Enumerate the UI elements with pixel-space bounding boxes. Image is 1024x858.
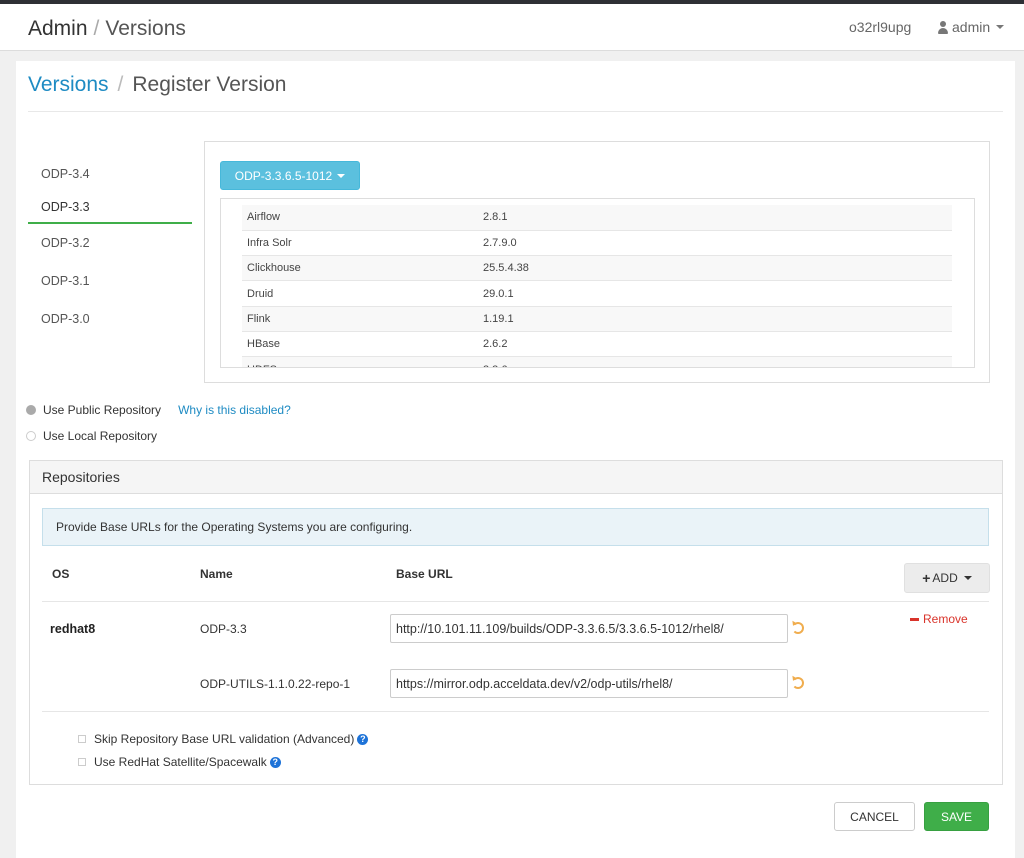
undo-icon[interactable] [792, 677, 804, 689]
breadcrumb-versions: Versions [105, 17, 186, 40]
service-version: 3.3.6 [478, 356, 952, 367]
os-name: redhat8 [50, 622, 96, 636]
public-repository-label: Use Public Repository [43, 403, 162, 417]
service-version: 2.6.2 [478, 330, 952, 357]
register-version-title: Register Version [132, 73, 287, 96]
breadcrumb-admin[interactable]: Admin [28, 17, 88, 40]
repositories-info-alert: Provide Base URLs for the Operating Syst… [42, 508, 989, 546]
version-dropdown-label: ODP-3.3.6.5-1012 [234, 168, 333, 183]
skip-validation-label: Skip Repository Base URL validation (Adv… [94, 732, 355, 746]
title-separator: / [117, 73, 124, 96]
skip-validation-option[interactable]: Skip Repository Base URL validation (Adv… [78, 732, 369, 746]
satellite-option[interactable]: Use RedHat Satellite/Spacewalk ? [78, 755, 281, 769]
table-row: Airflow 2.8.1 [242, 205, 952, 231]
header-breadcrumb: Admin / Versions [28, 17, 186, 41]
repositories-panel: Repositories Provide Base URLs for the O… [29, 460, 1003, 785]
chevron-down-icon [963, 576, 972, 580]
local-repository-radio[interactable] [26, 431, 36, 441]
cancel-button[interactable]: CANCEL [834, 802, 915, 831]
table-row: Clickhouse 25.5.4.38 [242, 255, 952, 281]
table-row: HBase 2.6.2 [242, 330, 952, 357]
stack-services-table: Airflow 2.8.1 Infra Solr 2.7.9.0 Clickhous… [242, 205, 952, 367]
row-divider [42, 601, 989, 602]
table-row: Druid 29.0.1 [242, 280, 952, 307]
stack-tab-odp-3-0[interactable]: ODP-3.0 [28, 300, 192, 338]
service-name: Infra Solr [242, 229, 478, 256]
stack-tabs: ODP-3.4 ODP-3.3 ODP-3.2 ODP-3.1 ODP-3.0 [28, 156, 192, 338]
title-divider [28, 111, 1003, 112]
repositories-heading: Repositories [30, 461, 1002, 494]
version-dropdown-button[interactable]: ODP-3.3.6.5-1012 [220, 161, 360, 190]
help-icon[interactable]: ? [357, 733, 369, 745]
column-base-url: Base URL [396, 567, 453, 581]
service-version: 2.7.9.0 [478, 229, 952, 256]
page-title: Versions / Register Version [28, 73, 286, 97]
save-button[interactable]: SAVE [924, 802, 989, 831]
user-menu[interactable]: admin [937, 19, 1005, 35]
column-os: OS [52, 567, 70, 581]
base-url-input[interactable] [390, 614, 788, 643]
service-name: HDFS [242, 356, 478, 367]
remove-label: Remove [923, 612, 968, 626]
column-name: Name [200, 567, 233, 581]
row-divider [42, 711, 989, 712]
table-row: Infra Solr 2.7.9.0 [242, 229, 952, 256]
minus-icon [910, 617, 919, 621]
stack-tab-odp-3-4[interactable]: ODP-3.4 [28, 156, 192, 192]
table-row: HDFS3.3.6 [242, 356, 952, 367]
repo-name: ODP-3.3 [200, 622, 247, 636]
service-name: HBase [242, 330, 478, 357]
help-icon[interactable]: ? [269, 756, 281, 768]
skip-validation-checkbox[interactable] [78, 735, 86, 743]
service-name: Druid [242, 280, 478, 307]
stack-tab-odp-3-2[interactable]: ODP-3.2 [28, 224, 192, 262]
stack-services-list[interactable]: Airflow 2.8.1 Infra Solr 2.7.9.0 Clickhous… [220, 198, 975, 368]
public-repository-radio[interactable] [26, 405, 36, 415]
remove-os-button[interactable]: Remove [910, 612, 968, 626]
service-version: 2.8.1 [478, 205, 952, 231]
add-label: ADD [932, 571, 958, 585]
service-name: Airflow [242, 205, 478, 231]
user-name: admin [952, 19, 991, 35]
service-name: Clickhouse [242, 255, 478, 281]
use-public-repository-option[interactable]: Use Public Repository Why is this disabl… [26, 403, 291, 417]
top-header: Admin / Versions o32rl9upg admin [0, 4, 1024, 51]
breadcrumb-separator: / [93, 17, 100, 40]
plus-icon: + [922, 570, 931, 586]
service-name: Flink [242, 305, 478, 332]
satellite-label: Use RedHat Satellite/Spacewalk [94, 755, 267, 769]
add-os-button[interactable]: + ADD [904, 563, 990, 593]
undo-icon[interactable] [792, 622, 804, 634]
repo-name: ODP-UTILS-1.1.0.22-repo-1 [200, 677, 351, 691]
service-version: 1.19.1 [478, 305, 952, 332]
version-box: ODP-3.3.6.5-1012 Airflow 2.8.1 Infra Solr… [204, 141, 990, 383]
versions-link[interactable]: Versions [28, 73, 109, 96]
base-url-input[interactable] [390, 669, 788, 698]
table-row: Flink 1.19.1 [242, 305, 952, 332]
chevron-down-icon [337, 173, 346, 178]
cluster-name: o32rl9upg [849, 19, 912, 35]
service-version: 29.0.1 [478, 280, 952, 307]
stack-tab-odp-3-3[interactable]: ODP-3.3 [28, 192, 192, 224]
why-disabled-link[interactable]: Why is this disabled? [178, 403, 291, 417]
stack-tab-odp-3-1[interactable]: ODP-3.1 [28, 262, 192, 300]
user-icon [937, 20, 949, 34]
service-version: 25.5.4.38 [478, 255, 952, 281]
local-repository-label: Use Local Repository [43, 429, 158, 443]
satellite-checkbox[interactable] [78, 758, 86, 766]
main-panel: Versions / Register Version ODP-3.4 ODP-3.… [16, 61, 1015, 858]
chevron-down-icon [996, 25, 1005, 29]
use-local-repository-option[interactable]: Use Local Repository [26, 429, 157, 443]
